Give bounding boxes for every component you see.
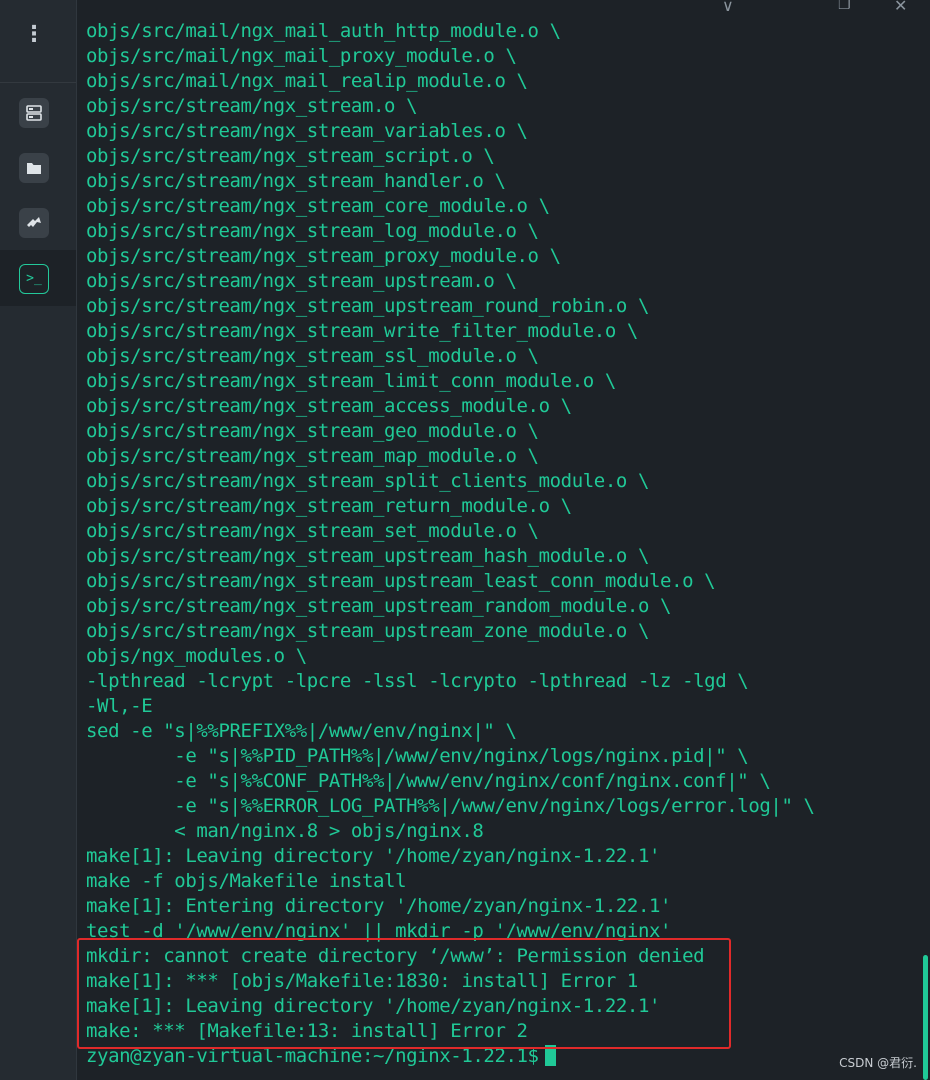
terminal-line: objs/src/stream/ngx_stream_upstream_hash… (86, 545, 649, 567)
terminal-line: objs/src/mail/ngx_mail_auth_http_module.… (86, 20, 561, 42)
error-highlight-box (77, 938, 731, 1049)
terminal-line: objs/ngx_modules.o \ (86, 645, 307, 667)
terminal-line: -lpthread -lcrypt -lpcre -lssl -lcrypto … (86, 670, 749, 692)
terminal-line: objs/src/stream/ngx_stream_variables.o \ (86, 120, 528, 142)
terminal-line: objs/src/stream/ngx_stream_proxy_module.… (86, 245, 561, 267)
watermark: CSDN @君衍. (839, 1056, 917, 1070)
terminal-line: objs/src/stream/ngx_stream_upstream_zone… (86, 620, 649, 642)
terminal-icon[interactable]: >_ (19, 264, 49, 294)
terminal-line: objs/src/stream/ngx_stream_upstream_leas… (86, 570, 716, 592)
terminal-line: make[1]: Entering directory '/home/zyan/… (86, 895, 672, 917)
terminal-line: objs/src/stream/ngx_stream_handler.o \ (86, 170, 506, 192)
more-menu-icon[interactable]: ⋮ (22, 22, 46, 52)
terminal-line: objs/src/stream/ngx_stream_upstream.o \ (86, 270, 517, 292)
terminal-line: objs/src/stream/ngx_stream_ssl_module.o … (86, 345, 539, 367)
terminal-line: objs/src/mail/ngx_mail_proxy_module.o \ (86, 45, 517, 67)
servers-icon[interactable] (19, 98, 49, 128)
terminal-line: make[1]: Leaving directory '/home/zyan/n… (86, 845, 661, 867)
terminal-line: objs/src/stream/ngx_stream_upstream_rand… (86, 595, 672, 617)
terminal-line: objs/src/stream/ngx_stream.o \ (86, 95, 418, 117)
forward-icon[interactable] (19, 208, 49, 238)
terminal-line: -e "s|%%CONF_PATH%%|/www/env/nginx/conf/… (86, 770, 771, 792)
terminal-line: sed -e "s|%%PREFIX%%|/www/env/nginx|" \ (86, 720, 517, 742)
terminal-line: objs/src/stream/ngx_stream_set_module.o … (86, 520, 539, 542)
terminal-line: objs/src/stream/ngx_stream_geo_module.o … (86, 420, 539, 442)
terminal-output[interactable]: objs/src/mail/ngx_mail_auth_http_module.… (86, 19, 916, 1069)
terminal-line: < man/nginx.8 > objs/nginx.8 (86, 820, 484, 842)
terminal-line: -Wl,-E (86, 695, 153, 717)
terminal-line: objs/src/stream/ngx_stream_return_module… (86, 495, 572, 517)
terminal-line: -e "s|%%ERROR_LOG_PATH%%|/www/env/nginx/… (86, 795, 815, 817)
terminal-line: objs/src/stream/ngx_stream_limit_conn_mo… (86, 370, 616, 392)
terminal-line: -e "s|%%PID_PATH%%|/www/env/nginx/logs/n… (86, 745, 749, 767)
terminal-line: objs/src/stream/ngx_stream_access_module… (86, 395, 572, 417)
close-icon[interactable]: ✕ (894, 0, 907, 15)
terminal-line: objs/src/stream/ngx_stream_split_clients… (86, 470, 649, 492)
sidebar-divider (0, 82, 76, 83)
folder-icon[interactable] (19, 153, 49, 183)
scrollbar[interactable] (923, 955, 928, 1080)
terminal-line: objs/src/stream/ngx_stream_map_module.o … (86, 445, 539, 467)
sidebar: ⋮ >_ (0, 0, 77, 1080)
minimize-icon[interactable]: ∨ (722, 0, 734, 15)
terminal-line: objs/src/mail/ngx_mail_realip_module.o \ (86, 70, 528, 92)
terminal-line: make -f objs/Makefile install (86, 870, 407, 892)
terminal-line: objs/src/stream/ngx_stream_write_filter_… (86, 320, 638, 342)
restore-icon[interactable]: ❐ (838, 0, 851, 13)
terminal-line: objs/src/stream/ngx_stream_core_module.o… (86, 195, 550, 217)
terminal-line: objs/src/stream/ngx_stream_upstream_roun… (86, 295, 649, 317)
terminal-line: objs/src/stream/ngx_stream_log_module.o … (86, 220, 539, 242)
terminal-line: objs/src/stream/ngx_stream_script.o \ (86, 145, 495, 167)
